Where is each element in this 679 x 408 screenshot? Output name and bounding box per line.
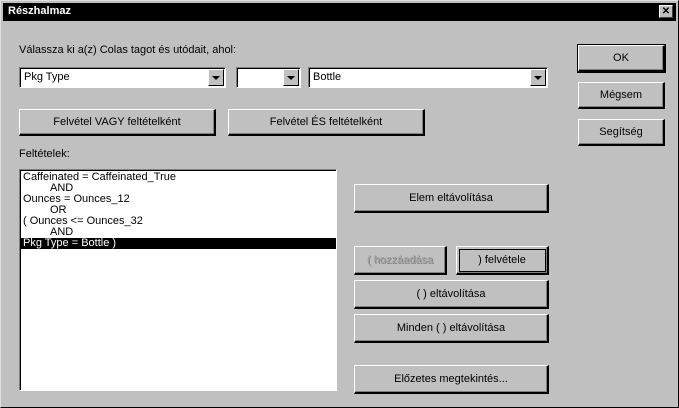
preview-button[interactable]: Előzetes megtekintés...	[354, 365, 549, 394]
chevron-down-icon[interactable]	[530, 69, 546, 86]
instruction-label: Válassza ki a(z) Colas tagot és utódait,…	[19, 44, 237, 56]
list-item[interactable]: Ounces = Ounces_12	[20, 194, 336, 205]
conditions-label: Feltételek:	[19, 148, 70, 160]
remove-condition-button[interactable]: Elem eltávolítása	[354, 184, 549, 213]
help-button[interactable]: Segítség	[578, 119, 665, 146]
add-close-paren-button[interactable]: ) felvétele	[456, 246, 549, 275]
add-or-button[interactable]: Felvétel VAGY feltételként	[19, 109, 216, 136]
dialog-title: Részhalmaz	[8, 5, 71, 17]
add-and-button[interactable]: Felvétel ÉS feltételként	[228, 109, 425, 136]
field-combo-value: Pkg Type	[24, 71, 70, 83]
ok-button[interactable]: OK	[577, 44, 666, 73]
field-combo[interactable]: Pkg Type	[19, 67, 226, 88]
title-bar: Részhalmaz ✕	[3, 3, 676, 21]
value-combo-value: Bottle	[313, 71, 342, 83]
operator-combo[interactable]	[236, 67, 301, 88]
chevron-down-icon[interactable]	[283, 69, 299, 86]
add-open-paren-button[interactable]: ( hozzáadása	[354, 246, 447, 275]
close-icon[interactable]: ✕	[659, 5, 673, 18]
remove-all-paren-button[interactable]: Minden ( ) eltávolítása	[354, 314, 549, 343]
value-combo[interactable]: Bottle	[308, 67, 548, 88]
chevron-down-icon[interactable]	[208, 69, 224, 86]
conditions-list[interactable]: Caffeinated = Caffeinated_True AND Ounce…	[19, 169, 337, 391]
conditions-rows: Caffeinated = Caffeinated_True AND Ounce…	[20, 170, 336, 249]
cancel-button[interactable]: Mégsem	[578, 82, 665, 109]
subset-dialog: Részhalmaz ✕ Válassza ki a(z) Colas tago…	[0, 0, 679, 408]
list-item-selected[interactable]: Pkg Type = Bottle )	[20, 238, 336, 249]
remove-paren-button[interactable]: ( ) eltávolítása	[354, 280, 549, 309]
